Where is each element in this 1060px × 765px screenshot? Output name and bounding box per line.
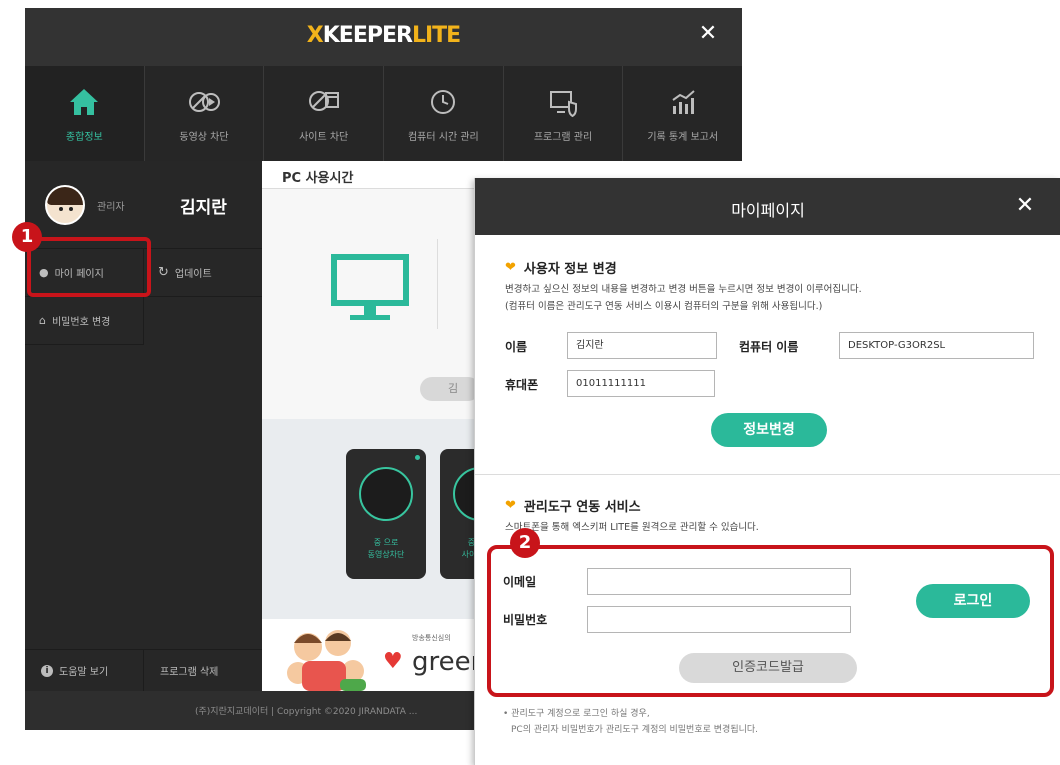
card-line2: 동영상차단 xyxy=(367,550,405,559)
change-password-button[interactable]: ⌂ 비밀번호 변경 xyxy=(25,297,144,345)
nav-item-time-manage[interactable]: 컴퓨터 시간 관리 xyxy=(384,66,504,161)
phone-field[interactable]: 01011111111 xyxy=(567,370,715,397)
uninstall-label: 프로그램 삭제 xyxy=(160,667,219,678)
video-block-icon xyxy=(189,92,220,112)
callout-box-2: 이메일 비밀번호 로그인 인증코드발급 xyxy=(487,545,1054,697)
main-nav: 종합정보 동영상 차단 사이트 차단 컴퓨터 시간 관리 프로그램 관리 기록 … xyxy=(25,66,742,161)
nav-label: 프로그램 관리 xyxy=(533,132,593,143)
section-title: 사용자 정보 변경 xyxy=(523,262,617,277)
usage-pill: 김 xyxy=(420,377,480,401)
chart-icon xyxy=(672,90,695,114)
home-icon xyxy=(70,89,99,115)
name-label: 이름 xyxy=(505,340,528,354)
video-block-card[interactable]: 중 으로동영상차단 xyxy=(346,449,426,579)
nav-item-program-manage[interactable]: 프로그램 관리 xyxy=(504,66,624,161)
logo-lite: LITE xyxy=(411,23,461,48)
avatar-eye xyxy=(69,207,73,211)
change-password-label: 비밀번호 변경 xyxy=(51,317,111,328)
profile-panel: 관리자 김지란 xyxy=(25,161,262,249)
phone-label: 휴대폰 xyxy=(505,378,539,392)
note-line-1: • 관리도구 계정으로 로그인 하실 경우, xyxy=(503,709,650,719)
section2-desc-1: 스마트폰을 통해 엑스키퍼 LITE를 원격으로 관리할 수 있습니다. xyxy=(505,522,759,533)
nav-item-site-block[interactable]: 사이트 차단 xyxy=(264,66,385,161)
user-info-section-title: ❤ 사용자 정보 변경 xyxy=(505,258,617,277)
section-divider xyxy=(475,474,1060,475)
section1-desc-1: 변경하고 싶으신 정보의 내용을 변경하고 변경 버튼을 누르시면 정보 변경이… xyxy=(505,284,862,295)
update-button[interactable]: ↻ 업데이트 xyxy=(144,249,262,297)
logo-x: X xyxy=(306,23,324,48)
issue-auth-code-button[interactable]: 인증코드발급 xyxy=(679,653,857,683)
nav-item-overview[interactable]: 종합정보 xyxy=(25,66,145,161)
uninstall-button[interactable]: 프로그램 삭제 xyxy=(144,650,262,691)
lock-icon: ⌂ xyxy=(39,314,46,327)
dialog-title: 마이페이지 xyxy=(731,201,805,220)
panel-divider xyxy=(437,239,438,329)
site-block-icon xyxy=(308,91,339,111)
close-icon: ✕ xyxy=(1015,193,1035,218)
nav-label: 사이트 차단 xyxy=(299,132,349,143)
help-label: 도움말 보기 xyxy=(59,667,109,678)
sidebar-row-2: ⌂ 비밀번호 변경 xyxy=(25,297,262,345)
heart-bullet-icon: ❤ xyxy=(505,260,516,275)
main-close-button[interactable]: ✕ xyxy=(696,22,720,46)
banner-small-text: 방송통신심의 xyxy=(412,634,451,642)
link-service-section-title: ❤ 관리도구 연동 서비스 xyxy=(505,496,641,515)
heart-bullet-icon: ❤ xyxy=(505,498,516,513)
avatar xyxy=(45,185,85,225)
content-title: PC 사용시간 xyxy=(282,171,354,186)
section-title: 관리도구 연동 서비스 xyxy=(523,500,641,515)
help-button[interactable]: i 도움말 보기 xyxy=(25,650,144,691)
status-dot xyxy=(415,455,420,460)
screen: XKEEPERLITE ✕ 종합정보 동영상 차단 사이트 차단 컴퓨터 시간 … xyxy=(0,0,1060,765)
nav-item-report[interactable]: 기록 통계 보고서 xyxy=(623,66,742,161)
email-field[interactable] xyxy=(587,568,851,595)
sidebar-empty-cell xyxy=(144,297,262,345)
refresh-icon: ↻ xyxy=(158,265,169,280)
info-icon: i xyxy=(41,664,53,677)
update-label: 업데이트 xyxy=(174,269,212,280)
copyright-text: (주)지란지교데이터 | Copyright ©2020 JIRANDATA .… xyxy=(195,707,418,717)
callout-badge-2: 2 xyxy=(510,528,540,558)
password-label: 비밀번호 xyxy=(503,613,548,627)
logo-keeper: KEEPER xyxy=(322,23,413,48)
section1-desc-2: (컴퓨터 이름은 관리도구 연동 서비스 이용시 컴퓨터의 구분을 위해 사용됩… xyxy=(505,301,823,312)
computer-name-field[interactable]: DESKTOP-G3OR2SL xyxy=(839,332,1034,359)
nav-label: 컴퓨터 시간 관리 xyxy=(407,132,479,143)
avatar-hair xyxy=(47,187,83,205)
clock-icon xyxy=(431,90,456,114)
note-line-2: PC의 관리자 비밀번호가 관리도구 계정의 비밀번호로 변경됩니다. xyxy=(511,725,759,735)
monitor-icon xyxy=(331,254,409,320)
nav-label: 종합정보 xyxy=(65,132,103,143)
heart-icon: ♥ xyxy=(383,649,403,674)
nav-label: 동영상 차단 xyxy=(179,132,229,143)
nav-item-video-block[interactable]: 동영상 차단 xyxy=(145,66,265,161)
sidebar-bottom: i 도움말 보기 프로그램 삭제 xyxy=(25,649,262,691)
email-label: 이메일 xyxy=(503,575,537,589)
callout-box-1 xyxy=(27,237,151,297)
video-block-card-icon xyxy=(359,467,413,521)
family-illustration xyxy=(287,630,366,691)
login-button[interactable]: 로그인 xyxy=(916,584,1030,618)
banner-big-text: greer xyxy=(412,647,482,677)
card-text: 중 으로동영상차단 xyxy=(346,537,426,561)
close-icon: ✕ xyxy=(698,21,718,46)
nav-label: 기록 통계 보고서 xyxy=(647,132,719,143)
avatar-eye xyxy=(59,207,63,211)
program-shield-icon xyxy=(550,91,578,118)
card-line1: 중 으로 xyxy=(373,538,399,547)
callout-badge-1: 1 xyxy=(12,222,42,252)
computer-name-label: 컴퓨터 이름 xyxy=(739,340,799,354)
password-field[interactable] xyxy=(587,606,851,633)
name-field[interactable]: 김지란 xyxy=(567,332,717,359)
app-logo: XKEEPERLITE xyxy=(25,23,742,48)
user-role: 관리자 xyxy=(97,202,125,213)
user-name: 김지란 xyxy=(180,198,227,218)
dialog-titlebar: 마이페이지 ✕ xyxy=(475,178,1060,235)
change-info-button[interactable]: 정보변경 xyxy=(711,413,827,447)
dialog-close-button[interactable]: ✕ xyxy=(1013,194,1037,218)
main-titlebar: XKEEPERLITE ✕ xyxy=(25,8,742,66)
